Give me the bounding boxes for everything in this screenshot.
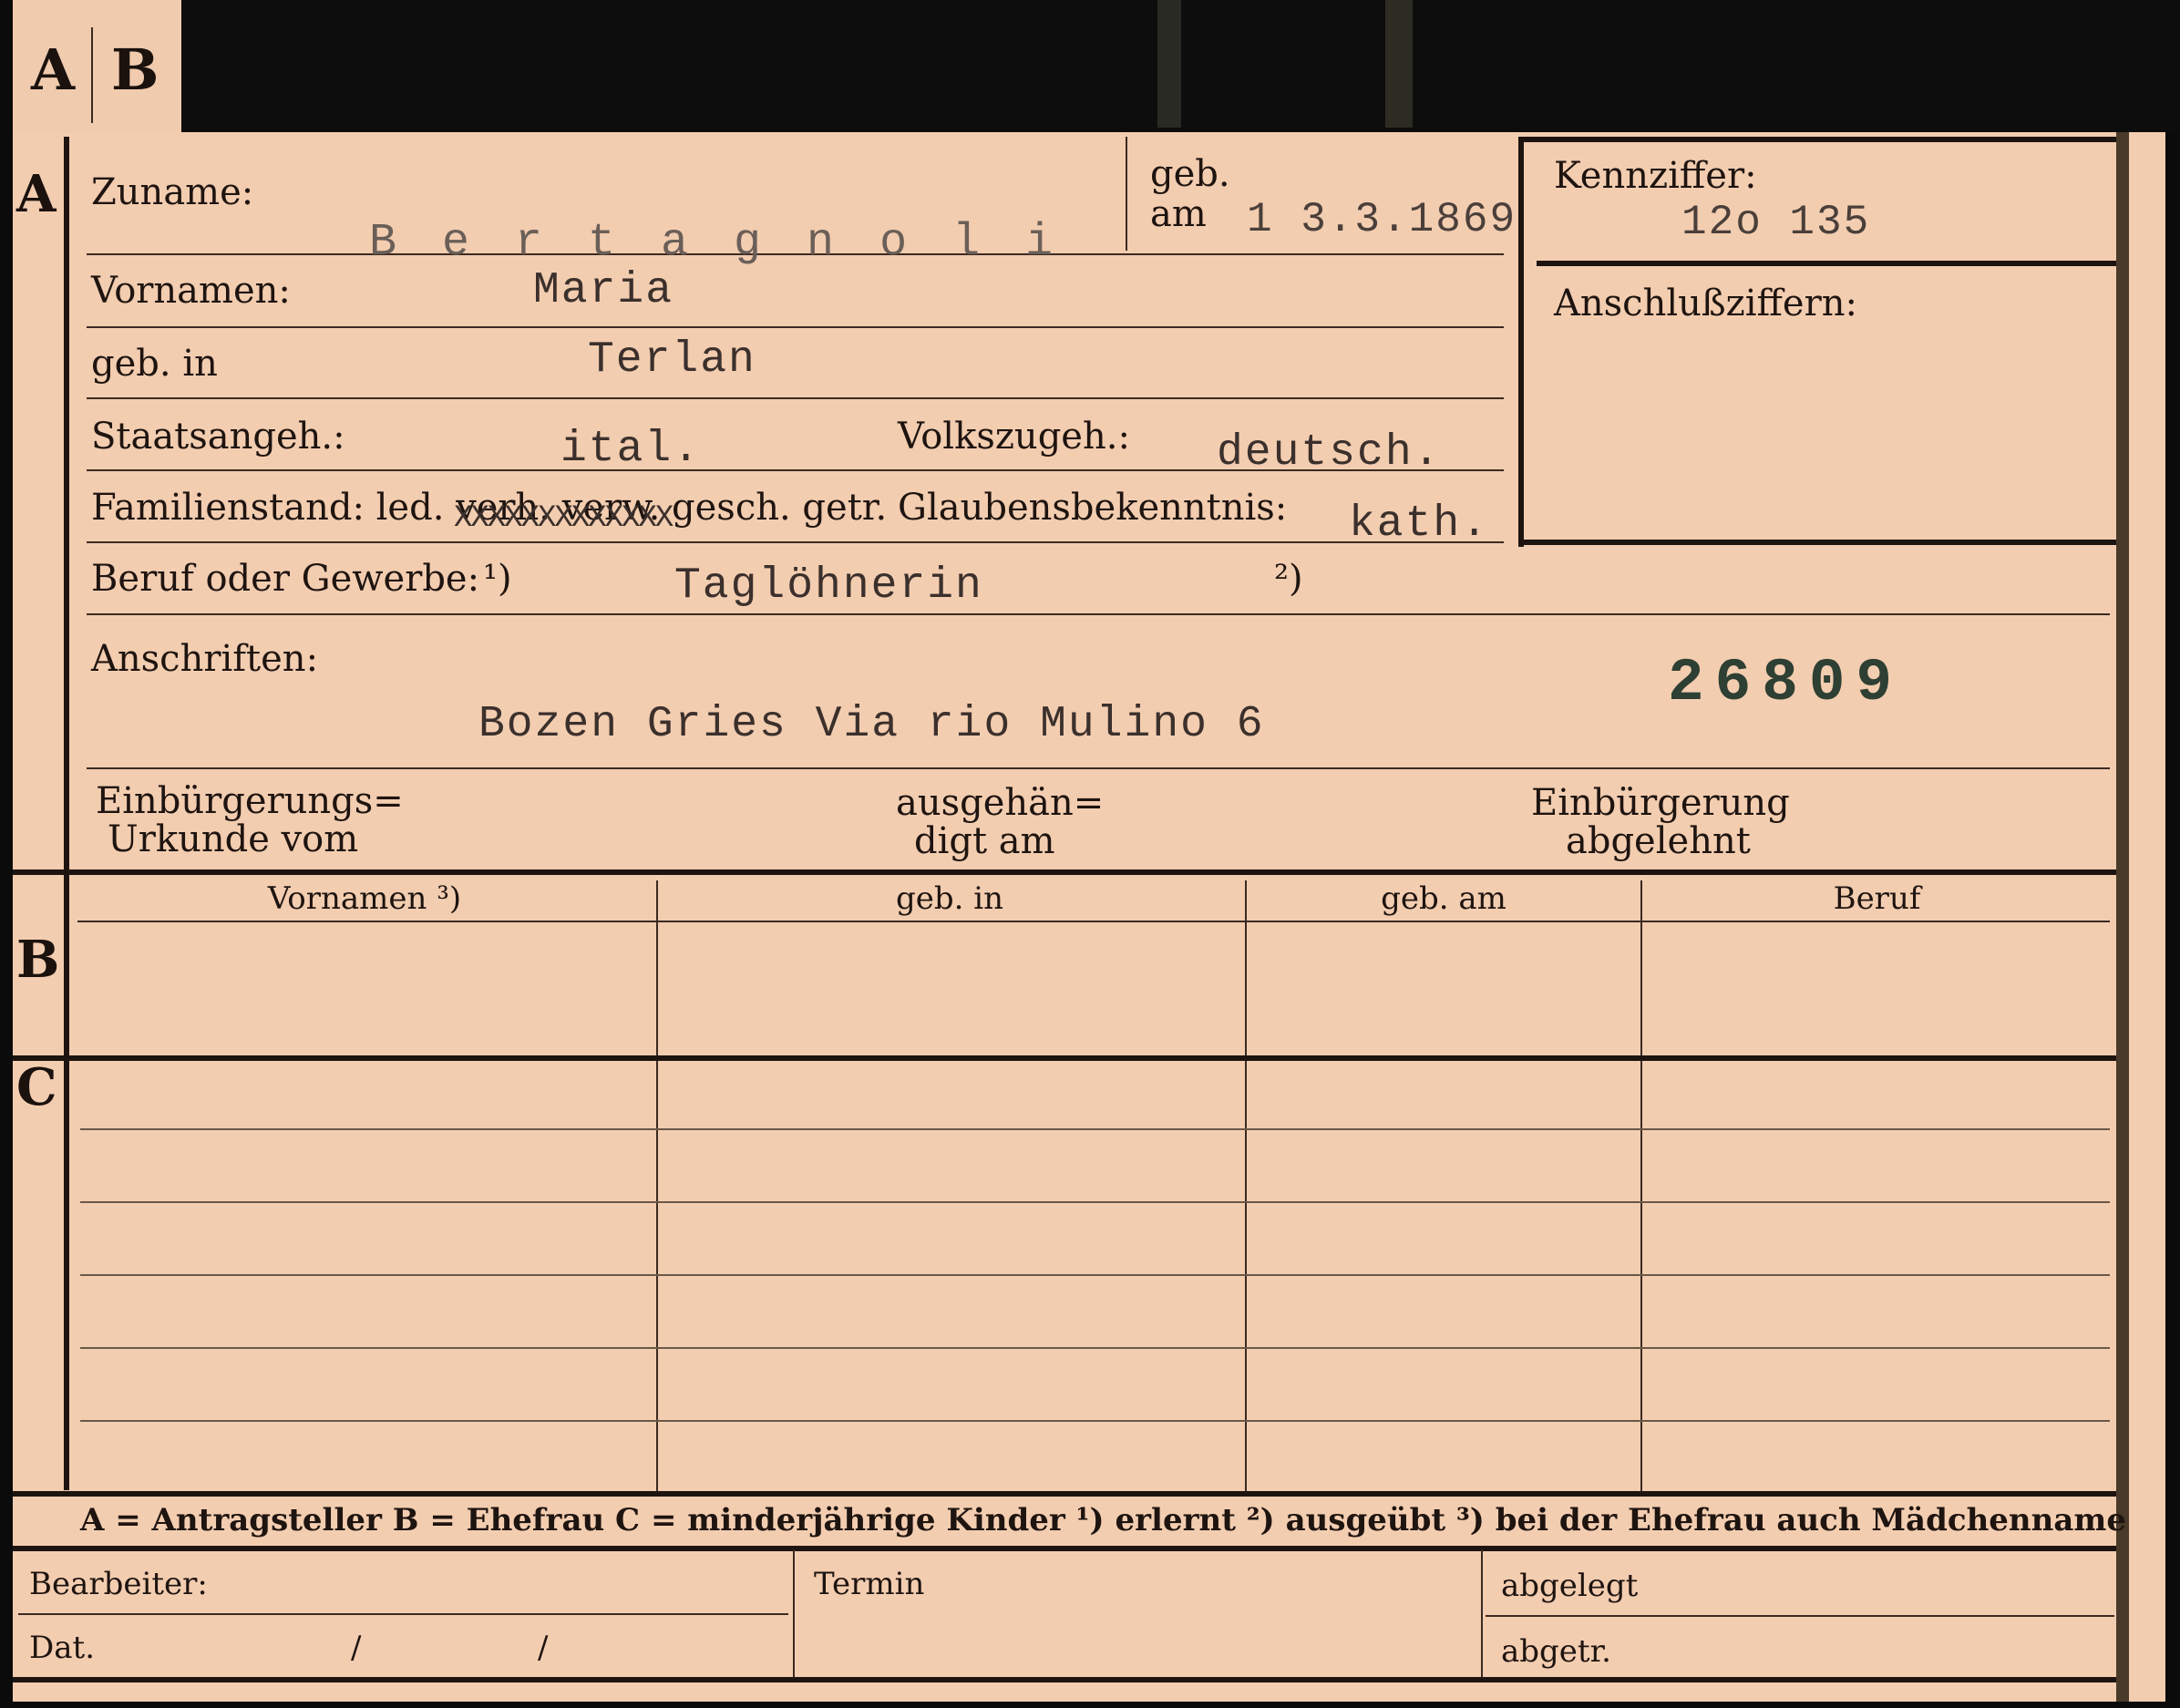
geb-divider (1126, 137, 1127, 251)
dat-slash-2: / (538, 1630, 549, 1666)
label-dat: Dat. (29, 1630, 96, 1666)
value-glaubensbekenntnis: kath. (1349, 499, 1490, 549)
value-vornamen: Maria (533, 266, 674, 315)
divider-b-c (13, 1055, 2116, 1061)
value-beruf: Taglöhnerin (674, 561, 983, 611)
label-abgetr: abgetr. (1501, 1633, 1611, 1670)
card-right-edge (2116, 132, 2129, 1702)
beruf-note-2: ²) (1274, 558, 1303, 600)
section-label-c: C (16, 1057, 57, 1117)
registration-card (13, 132, 2165, 1702)
tab-divider (91, 27, 93, 123)
column-header-geb-am: geb. am (1381, 880, 1506, 917)
c-row-line (80, 1201, 2110, 1203)
label-ausgehaendigt-2: digt am (914, 820, 1055, 862)
label-abgelegt: abgelegt (1501, 1568, 1639, 1604)
column-header-vornamen: Vornamen ³) (267, 880, 462, 917)
value-volkszugeh: deutsch. (1217, 428, 1442, 478)
label-am: am (1150, 193, 1207, 235)
line-vornamen (87, 326, 1504, 328)
line-beruf (87, 613, 2110, 615)
line-geb-in (87, 397, 1504, 399)
label-termin: Termin (814, 1566, 925, 1602)
top-background (182, 0, 2180, 132)
legend-top-rule (13, 1491, 2116, 1497)
c-row-line (80, 1128, 2110, 1130)
footer-abgelegt-line (1486, 1615, 2114, 1617)
label-einbuergerung-abgelehnt-2: abgelehnt (1566, 820, 1751, 862)
line-anschriften (87, 767, 2110, 769)
label-zuname: Zuname: (91, 171, 254, 213)
column-header-beruf: Beruf (1833, 880, 1921, 917)
kennziffer-box-divider (1537, 261, 2116, 266)
card-bottom-rule (13, 1677, 2116, 1682)
beruf-note-1: ¹) (483, 558, 512, 600)
kennziffer-box-bottom (1518, 540, 2116, 545)
footer-divider-1 (793, 1549, 795, 1677)
stamped-number: 26809 (1668, 649, 1904, 717)
label-glaubensbekenntnis: Glaubensbekenntnis: (898, 487, 1288, 529)
line-familienstand (87, 541, 1504, 543)
background-stripe (1385, 0, 1413, 128)
familienstand-strikeout: XXXXXXXXXXXXX (454, 501, 674, 536)
label-einbuergerungsurkunde-2: Urkunde vom (108, 818, 359, 860)
b-header-line (77, 921, 2110, 922)
dat-slash-1: / (351, 1630, 362, 1666)
section-label-b: B (16, 930, 60, 990)
label-einbuergerung-abgelehnt-1: Einbürgerung (1531, 782, 1790, 824)
value-zuname: B e r t a g n o l i (369, 217, 1063, 269)
label-volkszugeh: Volkszugeh.: (898, 416, 1130, 458)
label-staatsangeh: Staatsangeh.: (91, 416, 345, 458)
legend-bottom-rule (13, 1546, 2116, 1551)
footer-divider-2 (1481, 1549, 1483, 1677)
value-anschrift: Bozen Gries Via rio Mulino 6 (478, 700, 1265, 749)
label-vornamen: Vornamen: (91, 270, 291, 312)
label-anschlussziffern: Anschlußziffern: (1554, 283, 1857, 324)
section-label-a: A (16, 164, 57, 224)
value-kennziffer: 12o 135 (1681, 199, 1871, 246)
column-header-geb-in: geb. in (895, 880, 1004, 917)
left-margin-rule (64, 137, 69, 1490)
label-einbuergerungsurkunde-1: Einbürgerungs= (96, 780, 404, 822)
label-beruf: Beruf oder Gewerbe: (91, 558, 480, 600)
value-geb-in: Terlan (588, 335, 756, 385)
legend-text: A = Antragsteller B = Ehefrau C = minder… (80, 1502, 2126, 1538)
column-divider-2 (1245, 880, 1247, 1493)
label-bearbeiter: Bearbeiter: (29, 1566, 208, 1602)
label-anschriften: Anschriften: (91, 638, 319, 680)
label-geb-in: geb. in (91, 343, 218, 385)
background-stripe (1157, 0, 1181, 128)
column-divider-1 (656, 880, 658, 1493)
tab-letter-a: A (31, 36, 76, 103)
footer-bearbeiter-line (18, 1613, 788, 1615)
value-staatsangeh: ital. (560, 425, 702, 474)
c-row-line (80, 1274, 2110, 1276)
kennziffer-box-left (1518, 137, 1524, 547)
label-geb: geb. (1150, 153, 1230, 195)
label-kennziffer: Kennziffer: (1554, 155, 1757, 197)
c-row-line (80, 1347, 2110, 1349)
c-row-line (80, 1420, 2110, 1422)
kennziffer-box-top (1518, 137, 2116, 142)
label-ausgehaendigt-1: ausgehän= (896, 782, 1105, 824)
tab-letter-b: B (111, 36, 159, 103)
value-geb-am: 1 3.3.1869 (1247, 196, 1517, 243)
column-divider-3 (1640, 880, 1642, 1493)
divider-a-b (13, 869, 2116, 875)
